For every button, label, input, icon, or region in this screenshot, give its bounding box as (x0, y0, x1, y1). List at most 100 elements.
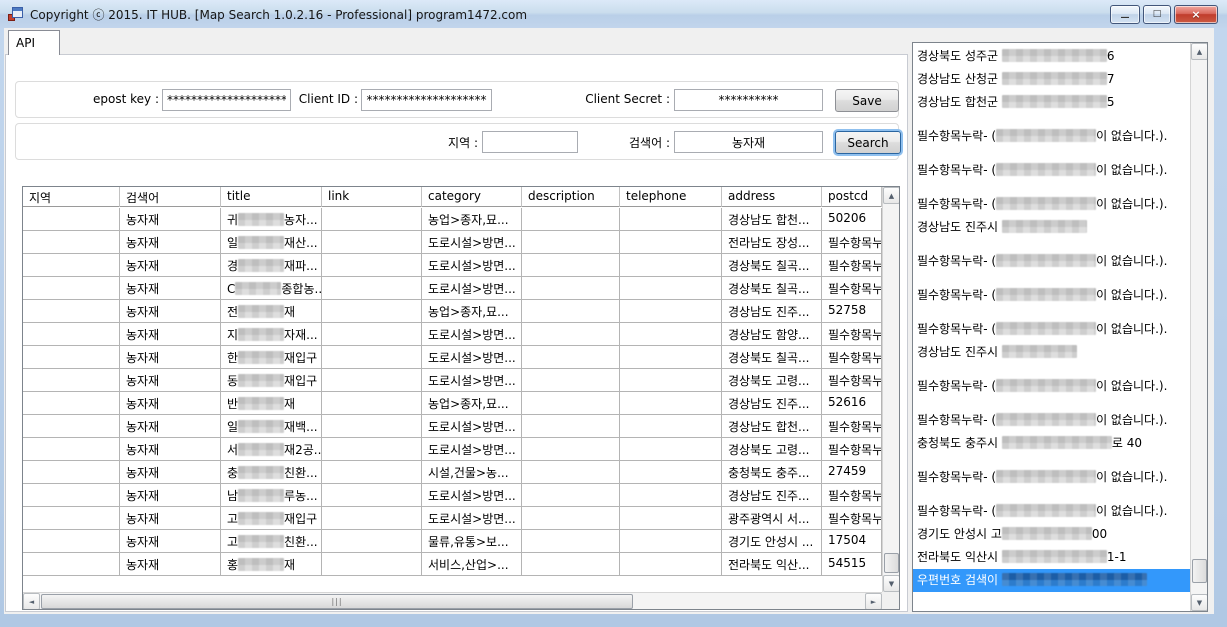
table-row[interactable]: 농자재고친환...물류,유통>보...경기도 안성시 ...17504 (23, 530, 882, 553)
scroll-down-button[interactable]: ▼ (1191, 594, 1208, 611)
table-row[interactable]: 농자재남루농...도로시설>방면...경상남도 진주...필수항목누락 (23, 484, 882, 507)
cell-link (322, 553, 422, 575)
cell-region (23, 323, 120, 345)
log-item[interactable]: 경상남도 산청군 7 (913, 68, 1190, 91)
maximize-button[interactable]: □ (1143, 5, 1171, 24)
table-row[interactable]: 농자재전재농업>종자,묘...경상남도 진주...52758 (23, 300, 882, 323)
log-text: 이 없습니다.). (1096, 322, 1167, 336)
table-row[interactable]: 농자재충친환...시설,건물>농...충청북도 충주...27459 (23, 461, 882, 484)
column-header-link[interactable]: link (322, 187, 422, 207)
cell-category: 서비스,산업>... (422, 553, 522, 575)
redacted-text (996, 197, 1096, 210)
scroll-down-button[interactable]: ▼ (883, 575, 900, 592)
table-row[interactable]: 농자재반재농업>종자,묘...경상남도 진주...52616 (23, 392, 882, 415)
cell-link (322, 530, 422, 552)
log-item[interactable]: 필수항목누락- (이 없습니다.). (913, 125, 1190, 148)
log-item[interactable]: 필수항목누락- (이 없습니다.). (913, 409, 1190, 432)
client-id-field[interactable] (361, 89, 492, 111)
log-item[interactable]: 경상남도 진주시 (913, 341, 1190, 364)
cell-keyword: 농자재 (120, 231, 221, 253)
log-item[interactable]: 필수항목누락- (이 없습니다.). (913, 500, 1190, 523)
log-item[interactable]: 필수항목누락- (이 없습니다.). (913, 466, 1190, 489)
table-hscroll-thumb[interactable]: ||| (41, 594, 633, 609)
log-listbox: 경상북도 성주군 6경상남도 산청군 7경상남도 합천군 5 필수항목누락- (이… (912, 42, 1208, 612)
table-row[interactable]: 농자재일재백...도로시설>방면...경상남도 합천...필수항목누락 (23, 415, 882, 438)
column-header-region[interactable]: 지역 (23, 187, 120, 207)
cell-title: 한재입구 (221, 346, 322, 368)
client-secret-field[interactable] (674, 89, 823, 111)
client-secret-label: Client Secret : (576, 92, 670, 106)
log-item[interactable]: 필수항목누락- (이 없습니다.). (913, 250, 1190, 273)
cell-category: 도로시설>방면... (422, 277, 522, 299)
scroll-up-button[interactable]: ▲ (883, 187, 900, 204)
table-hscrollbar[interactable]: ◄ ||| ► (23, 592, 882, 609)
cell-region (23, 300, 120, 322)
search-button[interactable]: Search (835, 131, 901, 154)
cell-address: 경상남도 진주... (722, 392, 822, 414)
log-item[interactable]: 필수항목누락- (이 없습니다.). (913, 318, 1190, 341)
cell-category: 도로시설>방면... (422, 231, 522, 253)
table-row[interactable]: 농자재귀농자...농업>종자,묘...경상남도 합천...50206 (23, 208, 882, 231)
log-item[interactable]: 전라북도 익산시 1-1 (913, 546, 1190, 569)
table-vscrollbar[interactable]: ▲ ▼ (882, 187, 899, 592)
log-vscroll-thumb[interactable] (1192, 559, 1207, 583)
title-text: 귀 (227, 213, 238, 227)
log-item-selected[interactable]: 우편번호 검색이 (913, 569, 1190, 592)
log-item[interactable]: 필수항목누락- (이 없습니다.). (913, 375, 1190, 398)
cell-address: 경상북도 칠곡... (722, 254, 822, 276)
redacted-text (996, 163, 1096, 176)
log-item[interactable]: 필수항목누락- (이 없습니다.). (913, 193, 1190, 216)
scroll-right-button[interactable]: ► (865, 593, 882, 610)
table-row[interactable]: 농자재일재산...도로시설>방면...전라남도 장성...필수항목누락 (23, 231, 882, 254)
region-label: 지역 : (401, 134, 478, 151)
column-header-keyword[interactable]: 검색어 (120, 187, 221, 207)
cell-telephone (620, 346, 722, 368)
table-row[interactable]: 농자재지자재...도로시설>방면...경상남도 함양...필수항목누락 (23, 323, 882, 346)
table-row[interactable]: 농자재고재입구도로시설>방면...광주광역시 서...필수항목누락 (23, 507, 882, 530)
table-row[interactable]: 농자재서재2공...도로시설>방면...경상북도 고령...필수항목누락 (23, 438, 882, 461)
table-row[interactable]: 농자재홍재서비스,산업>...전라북도 익산...54515 (23, 553, 882, 576)
epost-key-field[interactable] (162, 89, 291, 111)
log-item[interactable]: 필수항목누락- (이 없습니다.). (913, 284, 1190, 307)
cell-region (23, 507, 120, 529)
log-text: 이 없습니다.). (1096, 413, 1167, 427)
log-item[interactable]: 경상남도 진주시 (913, 216, 1190, 239)
cell-title: 고친환... (221, 530, 322, 552)
cell-category: 도로시설>방면... (422, 346, 522, 368)
save-button[interactable]: Save (835, 89, 899, 112)
scroll-left-button[interactable]: ◄ (23, 593, 40, 610)
title-text: 재입구 (284, 351, 317, 365)
scroll-up-button[interactable]: ▲ (1191, 43, 1208, 60)
column-header-address[interactable]: address (722, 187, 822, 207)
tab-api[interactable]: API (8, 30, 60, 55)
log-item[interactable]: 경상남도 합천군 5 (913, 91, 1190, 114)
table-row[interactable]: 농자재경재파...도로시설>방면...경상북도 칠곡...필수항목누락 (23, 254, 882, 277)
column-header-title[interactable]: title (221, 187, 322, 207)
cell-postcd: 필수항목누락 (822, 254, 882, 276)
region-input[interactable] (482, 131, 578, 153)
column-header-telephone[interactable]: telephone (620, 187, 722, 207)
log-item[interactable]: 경상북도 성주군 6 (913, 45, 1190, 68)
column-header-postcd[interactable]: postcd (822, 187, 882, 207)
redacted-text (1002, 220, 1087, 233)
table-row[interactable]: 농자재동재입구도로시설>방면...경상북도 고령...필수항목누락 (23, 369, 882, 392)
log-item[interactable]: 충청북도 충주시 로 40 (913, 432, 1190, 455)
log-item[interactable]: 경기도 안성시 고00 (913, 523, 1190, 546)
cell-description (522, 231, 620, 253)
cell-link (322, 231, 422, 253)
table-row[interactable]: 농자재한재입구도로시설>방면...경상북도 칠곡...필수항목누락 (23, 346, 882, 369)
log-item[interactable]: 필수항목누락- (이 없습니다.). (913, 159, 1190, 182)
column-header-description[interactable]: description (522, 187, 620, 207)
title-text: 재 (284, 397, 295, 411)
title-text: 재 (284, 305, 295, 319)
table-vscroll-thumb[interactable] (884, 553, 899, 573)
maximize-icon: □ (1153, 10, 1162, 19)
log-vscrollbar[interactable]: ▲ ▼ (1190, 43, 1207, 611)
minimize-button[interactable]: — (1110, 5, 1140, 24)
cell-keyword: 농자재 (120, 438, 221, 460)
cell-title: 서재2공... (221, 438, 322, 460)
column-header-category[interactable]: category (422, 187, 522, 207)
table-row[interactable]: 농자재C종합농...도로시설>방면...경상북도 칠곡...필수항목누락 (23, 277, 882, 300)
keyword-input[interactable] (674, 131, 823, 153)
close-button[interactable]: × (1174, 5, 1218, 24)
